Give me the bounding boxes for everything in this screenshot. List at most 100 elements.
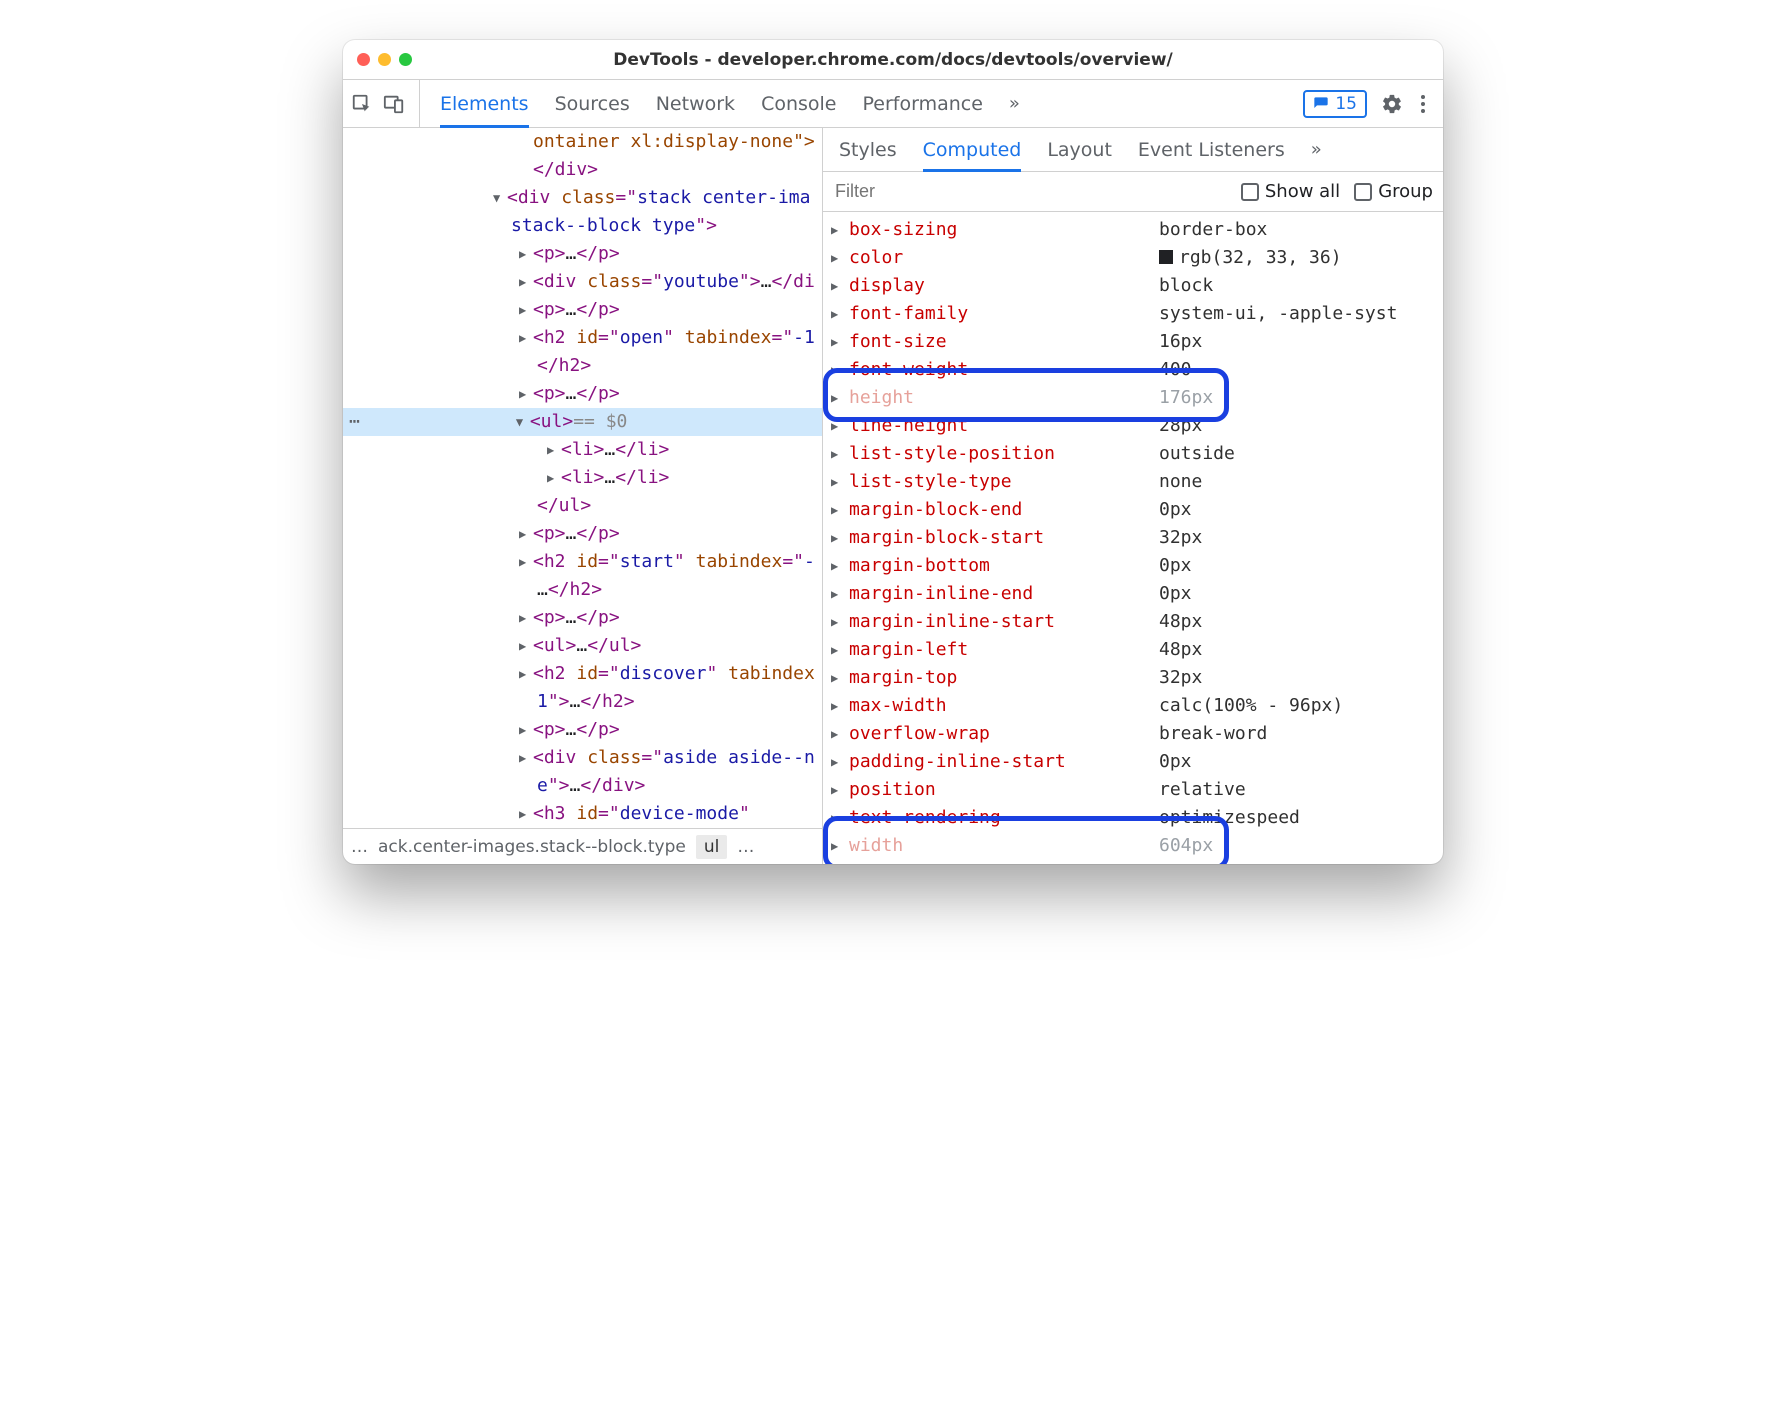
tab-elements[interactable]: Elements: [440, 93, 529, 128]
selected-dom-node[interactable]: ⋯ ▼<ul> == $0: [343, 408, 822, 436]
color-swatch-icon[interactable]: [1159, 250, 1173, 264]
computed-row[interactable]: ▶margin-left48px: [823, 636, 1443, 664]
computed-row[interactable]: ▶colorrgb(32, 33, 36): [823, 244, 1443, 272]
sidebar-panel: Styles Computed Layout Event Listeners »…: [823, 128, 1443, 864]
computed-row[interactable]: ▶text-renderingoptimizespeed: [823, 804, 1443, 832]
prop-name: position: [849, 776, 1159, 804]
breadcrumb-selected[interactable]: ul: [696, 835, 728, 859]
tab-network[interactable]: Network: [656, 93, 735, 115]
expand-icon[interactable]: ▶: [519, 660, 533, 688]
computed-row[interactable]: ▶displayblock: [823, 272, 1443, 300]
tab-sources[interactable]: Sources: [555, 93, 630, 115]
prop-name: max-width: [849, 692, 1159, 720]
toolbar-left: [351, 80, 420, 127]
computed-row[interactable]: ▶box-sizingborder-box: [823, 216, 1443, 244]
breadcrumb-overflow-left[interactable]: …: [351, 837, 368, 857]
expand-icon[interactable]: ▶: [547, 464, 561, 492]
prop-name: margin-inline-end: [849, 580, 1159, 608]
computed-row-width[interactable]: ▶width604px: [823, 832, 1443, 860]
expand-icon[interactable]: ▶: [519, 520, 533, 548]
prop-name: font-size: [849, 328, 1159, 356]
expand-icon[interactable]: ▶: [519, 716, 533, 744]
inspect-element-icon[interactable]: [351, 93, 373, 115]
computed-row[interactable]: ▶font-weight400: [823, 356, 1443, 384]
prop-value: outside: [1159, 440, 1235, 468]
computed-row[interactable]: ▶list-style-typenone: [823, 468, 1443, 496]
prop-name: margin-left: [849, 636, 1159, 664]
computed-row[interactable]: ▶margin-inline-end0px: [823, 580, 1443, 608]
context-menu-icon[interactable]: ⋯: [343, 408, 366, 436]
device-toggle-icon[interactable]: [383, 93, 405, 115]
more-options-icon[interactable]: [1417, 95, 1429, 113]
prop-value: border-box: [1159, 216, 1267, 244]
expand-icon[interactable]: ▶: [519, 604, 533, 632]
prop-name: height: [849, 384, 1159, 412]
expand-icon[interactable]: ▶: [519, 548, 533, 576]
expand-icon[interactable]: ▶: [519, 324, 533, 352]
prop-name: text-rendering: [849, 804, 1159, 832]
prop-value: 0px: [1159, 552, 1192, 580]
expand-icon[interactable]: ▼: [493, 184, 507, 212]
tab-styles[interactable]: Styles: [839, 139, 897, 161]
maximize-window-button[interactable]: [399, 53, 412, 66]
computed-row[interactable]: ▶margin-block-end0px: [823, 496, 1443, 524]
computed-row[interactable]: ▶font-size16px: [823, 328, 1443, 356]
computed-row[interactable]: ▶line-height28px: [823, 412, 1443, 440]
group-checkbox[interactable]: Group: [1354, 181, 1433, 202]
breadcrumb[interactable]: … ack.center-images.stack--block.type ul…: [343, 828, 822, 864]
tab-layout[interactable]: Layout: [1047, 139, 1112, 161]
issues-button[interactable]: 15: [1303, 90, 1367, 118]
more-tabs-icon[interactable]: »: [1311, 139, 1322, 160]
prop-value: 16px: [1159, 328, 1202, 356]
show-all-checkbox[interactable]: Show all: [1241, 181, 1340, 202]
expand-icon[interactable]: ▶: [519, 800, 533, 828]
prop-value: 48px: [1159, 608, 1202, 636]
settings-icon[interactable]: [1381, 93, 1403, 115]
prop-name: font-weight: [849, 356, 1159, 384]
computed-row[interactable]: ▶font-familysystem-ui, -apple-syst: [823, 300, 1443, 328]
checkbox-icon: [1354, 183, 1372, 201]
filter-input[interactable]: [833, 180, 1227, 203]
computed-row[interactable]: ▶max-widthcalc(100% - 96px): [823, 692, 1443, 720]
expand-icon[interactable]: ▶: [519, 380, 533, 408]
tab-console[interactable]: Console: [761, 93, 836, 115]
tab-computed[interactable]: Computed: [923, 139, 1022, 172]
expand-icon[interactable]: ▶: [519, 240, 533, 268]
expand-icon[interactable]: ▶: [547, 436, 561, 464]
elements-panel: ontainer xl:display-none"> </div> ▼<div …: [343, 128, 823, 864]
prop-name: overflow-wrap: [849, 720, 1159, 748]
computed-row[interactable]: ▶positionrelative: [823, 776, 1443, 804]
devtools-window: DevTools - developer.chrome.com/docs/dev…: [343, 40, 1443, 864]
tab-event-listeners[interactable]: Event Listeners: [1138, 139, 1285, 161]
dom-tree[interactable]: ontainer xl:display-none"> </div> ▼<div …: [343, 128, 822, 828]
issues-count: 15: [1335, 94, 1357, 114]
main-split: ontainer xl:display-none"> </div> ▼<div …: [343, 128, 1443, 864]
more-tabs-icon[interactable]: »: [1009, 93, 1020, 114]
expand-icon[interactable]: ▶: [519, 632, 533, 660]
prop-name: margin-block-end: [849, 496, 1159, 524]
prop-value: 0px: [1159, 580, 1192, 608]
tab-performance[interactable]: Performance: [863, 93, 983, 115]
computed-row[interactable]: ▶overflow-wrapbreak-word: [823, 720, 1443, 748]
computed-row[interactable]: ▶margin-bottom0px: [823, 552, 1443, 580]
computed-properties[interactable]: ▶box-sizingborder-box ▶colorrgb(32, 33, …: [823, 212, 1443, 864]
expand-icon[interactable]: ▶: [519, 268, 533, 296]
minimize-window-button[interactable]: [378, 53, 391, 66]
breadcrumb-item[interactable]: ack.center-images.stack--block.type: [378, 837, 686, 857]
breadcrumb-overflow-right[interactable]: …: [737, 837, 754, 857]
expand-icon[interactable]: ▶: [519, 744, 533, 772]
collapse-icon[interactable]: ▼: [516, 408, 530, 436]
prop-value: 176px: [1159, 384, 1213, 412]
expand-icon[interactable]: ▶: [519, 296, 533, 324]
computed-row[interactable]: ▶margin-inline-start48px: [823, 608, 1443, 636]
computed-row[interactable]: ▶list-style-positionoutside: [823, 440, 1443, 468]
prop-value: calc(100% - 96px): [1159, 692, 1343, 720]
computed-row-height[interactable]: ▶height176px: [823, 384, 1443, 412]
close-window-button[interactable]: [357, 53, 370, 66]
prop-name: display: [849, 272, 1159, 300]
window-controls: [357, 53, 412, 66]
computed-row[interactable]: ▶margin-top32px: [823, 664, 1443, 692]
computed-row[interactable]: ▶margin-block-start32px: [823, 524, 1443, 552]
computed-row[interactable]: ▶padding-inline-start0px: [823, 748, 1443, 776]
checkbox-icon: [1241, 183, 1259, 201]
